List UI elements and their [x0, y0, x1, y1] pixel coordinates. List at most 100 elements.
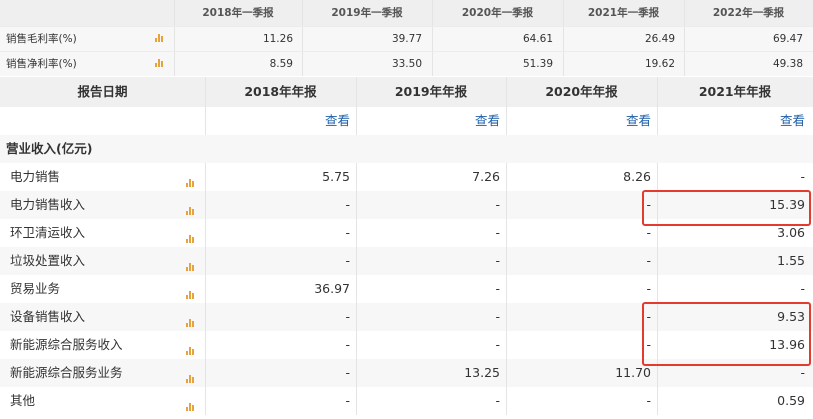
row-value: -	[646, 309, 651, 324]
table-row: 其他 - - - 0.59	[0, 387, 813, 415]
view-link-2020[interactable]: 查看	[506, 107, 651, 135]
bar-chart-icon[interactable]	[186, 234, 196, 243]
row-label: 新能源综合服务业务	[10, 365, 123, 380]
row-value: 15.39	[769, 197, 805, 212]
table-row: 设备销售收入 - - - 9.53	[0, 303, 813, 331]
net-margin-row: 销售净利率(%) 8.59 33.50 51.39 19.62 49.38	[0, 51, 813, 76]
table-row: 新能源综合服务收入 - - - 13.96	[0, 331, 813, 359]
bar-chart-icon[interactable]	[186, 374, 196, 383]
gross-margin-2020: 64.61	[522, 33, 553, 45]
bar-chart-icon[interactable]	[186, 318, 196, 327]
quarterly-header-2019: 2019年一季报	[331, 7, 403, 19]
row-label: 电力销售收入	[10, 197, 86, 212]
row-value: -	[495, 253, 500, 268]
table-row: 电力销售 5.75 7.26 8.26 -	[0, 163, 813, 191]
view-link-2019[interactable]: 查看	[356, 107, 500, 135]
bar-chart-icon[interactable]	[155, 33, 165, 42]
row-value: -	[345, 225, 350, 240]
row-value: -	[495, 337, 500, 352]
row-value: -	[345, 253, 350, 268]
annual-header-2018: 2018年年报	[244, 84, 317, 99]
bar-chart-icon[interactable]	[186, 402, 196, 411]
row-value: 5.75	[322, 169, 350, 184]
table-row: 新能源综合服务业务 - 13.25 11.70 -	[0, 359, 813, 387]
net-margin-2021: 19.62	[644, 58, 675, 70]
gross-margin-2021: 26.49	[644, 33, 675, 45]
table-row: 电力销售收入 - - - 15.39	[0, 191, 813, 219]
gross-margin-2018: 11.26	[262, 33, 293, 45]
row-value: 8.26	[623, 169, 651, 184]
row-value: -	[345, 197, 350, 212]
row-value: -	[345, 393, 350, 408]
row-value: 13.96	[769, 337, 805, 352]
annual-header-2019: 2019年年报	[394, 84, 468, 99]
gross-margin-2022: 69.47	[772, 33, 803, 45]
report-date-header: 报告日期	[77, 84, 128, 99]
row-value: -	[646, 393, 651, 408]
row-value: 13.25	[464, 365, 500, 380]
bar-chart-icon[interactable]	[186, 290, 196, 299]
row-value: -	[800, 169, 805, 184]
view-link-2021[interactable]: 查看	[657, 107, 805, 135]
bar-chart-icon[interactable]	[155, 58, 165, 67]
bar-chart-icon[interactable]	[186, 346, 196, 355]
row-value: -	[495, 309, 500, 324]
row-value: 36.97	[314, 281, 350, 296]
gross-margin-row: 销售毛利率(%) 11.26 39.77 64.61 26.49 69.47	[0, 26, 813, 51]
row-value: -	[495, 281, 500, 296]
row-label: 设备销售收入	[10, 309, 86, 324]
net-margin-2018: 8.59	[269, 58, 293, 70]
row-value: 1.55	[777, 253, 805, 268]
bar-chart-icon[interactable]	[186, 178, 196, 187]
table-row: 环卫清运收入 - - - 3.06	[0, 219, 813, 247]
row-value: -	[345, 337, 350, 352]
row-value: -	[646, 337, 651, 352]
row-value: -	[495, 225, 500, 240]
table-row: 垃圾处置收入 - - - 1.55	[0, 247, 813, 275]
net-margin-2020: 51.39	[522, 58, 553, 70]
net-margin-label: 销售净利率(%)	[6, 58, 77, 70]
view-links-row: 查看 查看 查看 查看	[0, 107, 813, 135]
row-label: 垃圾处置收入	[10, 253, 86, 268]
annual-header-2021: 2021年年报	[698, 84, 772, 99]
row-label: 其他	[10, 393, 36, 408]
view-link-2018[interactable]: 查看	[205, 107, 350, 135]
row-label: 新能源综合服务收入	[10, 337, 123, 352]
quarterly-header-2021: 2021年一季报	[587, 7, 660, 19]
quarterly-header-2022: 2022年一季报	[712, 7, 785, 19]
section-title: 营业收入(亿元)	[6, 141, 93, 156]
row-value: -	[345, 365, 350, 380]
row-label: 电力销售	[10, 169, 61, 184]
section-row: 营业收入(亿元)	[0, 135, 813, 163]
row-value: -	[646, 225, 651, 240]
row-value: 3.06	[777, 225, 805, 240]
net-margin-2022: 49.38	[772, 58, 803, 70]
row-value: 7.26	[472, 169, 500, 184]
bar-chart-icon[interactable]	[186, 206, 196, 215]
quarterly-header-2018: 2018年一季报	[202, 7, 274, 19]
row-value: -	[646, 253, 651, 268]
row-value: -	[495, 393, 500, 408]
page: 2018年一季报 2019年一季报 2020年一季报 2021年一季报 2022…	[0, 0, 813, 419]
row-value: 0.59	[777, 393, 805, 408]
bar-chart-icon[interactable]	[186, 262, 196, 271]
row-label: 环卫清运收入	[10, 225, 86, 240]
row-value: 9.53	[777, 309, 805, 324]
quarterly-header-2020: 2020年一季报	[461, 7, 534, 19]
annual-revenue-table: 报告日期 2018年年报 2019年年报 2020年年报 2021年年报 查看 …	[0, 77, 813, 415]
quarterly-header-row: 2018年一季报 2019年一季报 2020年一季报 2021年一季报 2022…	[0, 0, 813, 26]
table-row: 贸易业务 36.97 - - -	[0, 275, 813, 303]
annual-header-2020: 2020年年报	[545, 84, 618, 99]
net-margin-2019: 33.50	[391, 58, 422, 70]
row-value: -	[646, 197, 651, 212]
row-value: -	[800, 365, 805, 380]
quarterly-ratio-table: 2018年一季报 2019年一季报 2020年一季报 2021年一季报 2022…	[0, 0, 813, 76]
row-value: 11.70	[615, 365, 651, 380]
row-value: -	[345, 309, 350, 324]
row-label: 贸易业务	[10, 281, 61, 296]
row-value: -	[646, 281, 651, 296]
gross-margin-label: 销售毛利率(%)	[6, 33, 77, 45]
row-value: -	[800, 281, 805, 296]
gross-margin-2019: 39.77	[391, 33, 422, 45]
annual-header-row: 报告日期 2018年年报 2019年年报 2020年年报 2021年年报	[0, 77, 813, 107]
